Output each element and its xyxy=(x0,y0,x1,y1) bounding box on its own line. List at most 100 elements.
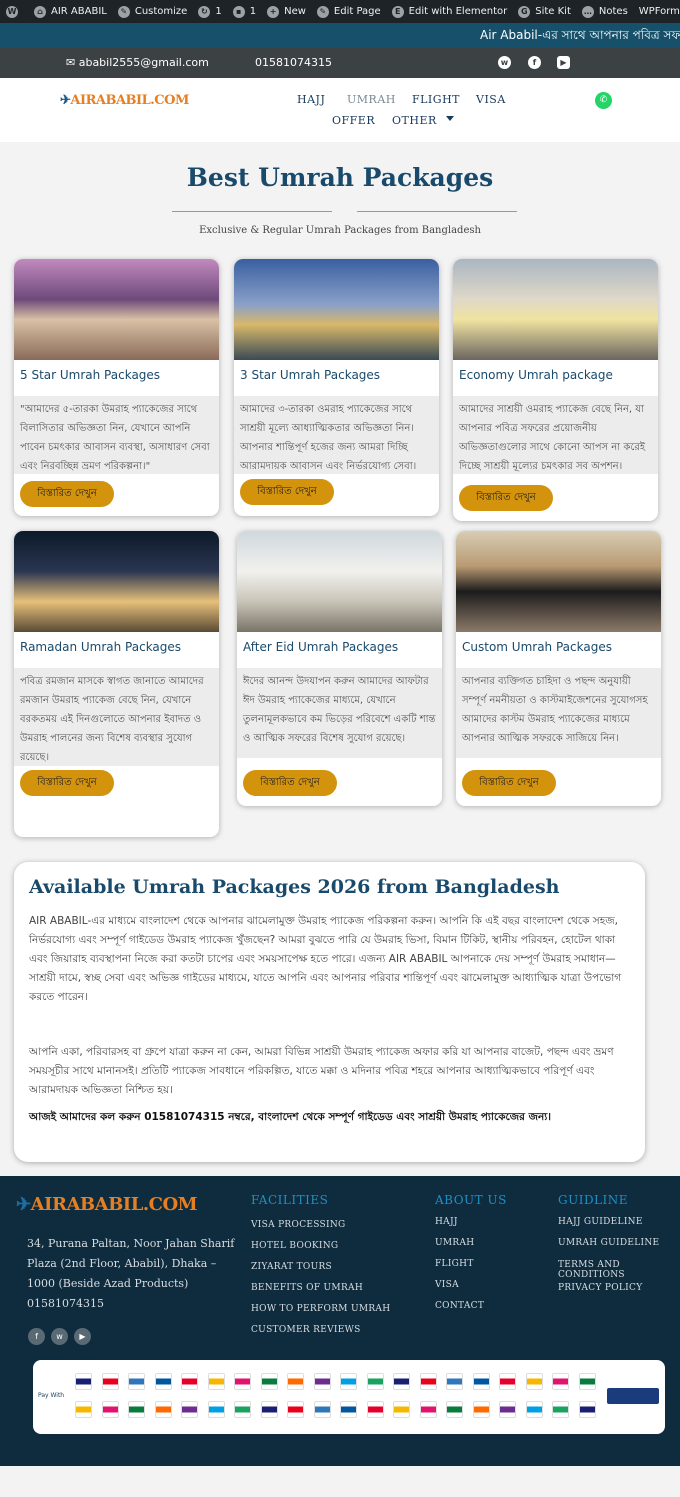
details-button[interactable]: বিস্তারিত দেখুন xyxy=(20,770,114,796)
available-packages-title: Available Umrah Packages 2026 from Bangl… xyxy=(29,876,560,898)
new-content-link[interactable]: + New xyxy=(267,5,306,18)
nav-offer[interactable]: OFFER xyxy=(332,114,375,127)
footer-link-benefits[interactable]: BENEFITS OF UMRAH xyxy=(251,1283,363,1293)
whatsapp-icon[interactable]: w xyxy=(498,56,511,69)
package-card-5star: 5 Star Umrah Packages "আমাদের ৫-তারকা উম… xyxy=(14,259,219,516)
contact-bar: ✉ ababil2555@gmail.com 01581074315 w f ▶ xyxy=(0,48,680,78)
comment-icon: ▪ xyxy=(232,5,245,18)
payment-logo-icon xyxy=(366,1401,384,1418)
whatsapp-icon[interactable]: ✆ xyxy=(595,92,612,109)
footer-link-contact[interactable]: CONTACT xyxy=(435,1301,484,1311)
phone-link[interactable]: 01581074315 xyxy=(255,56,332,69)
umbrella-courtyard-image xyxy=(237,531,442,632)
card-title[interactable]: After Eid Umrah Packages xyxy=(243,640,398,654)
facebook-icon[interactable]: f xyxy=(528,56,541,69)
card-title[interactable]: Ramadan Umrah Packages xyxy=(20,640,181,654)
facebook-icon[interactable]: f xyxy=(28,1328,45,1345)
email-link[interactable]: ✉ ababil2555@gmail.com xyxy=(66,56,209,69)
payment-logo-icon xyxy=(260,1373,278,1390)
nav-other[interactable]: OTHER xyxy=(392,114,437,127)
card-title[interactable]: Custom Umrah Packages xyxy=(462,640,612,654)
nav-visa[interactable]: VISA xyxy=(476,93,506,106)
location-pin-icon: ✈ xyxy=(16,1194,31,1215)
details-button[interactable]: বিস্তারিত দেখুন xyxy=(243,770,337,796)
divider-left xyxy=(172,211,332,212)
footer-link-terms[interactable]: TERMS AND CONDITIONS xyxy=(558,1260,628,1280)
card-description: আপনার ব্যক্তিগত চাহিদা ও পছন্দ অনুযায়ী … xyxy=(456,668,661,758)
ticker-text: Air Ababil-এর সাথে আপনার পবিত্র সফর xyxy=(480,28,680,42)
site-header: ✈AIRABABIL.COM HAJJ UMRAH FLIGHT VISA OF… xyxy=(0,78,680,142)
payment-logo-icon xyxy=(472,1401,490,1418)
comments-link[interactable]: ▪ 1 xyxy=(232,5,256,18)
footer-link-hajj-guideline[interactable]: HAJJ GUIDELINE xyxy=(558,1217,643,1227)
kaaba-tawaf-image xyxy=(456,531,661,632)
payment-logo-icon xyxy=(313,1401,331,1418)
payment-logo-icon xyxy=(499,1401,516,1418)
wordpress-menu[interactable]: W xyxy=(6,5,23,18)
package-card-ramadan: Ramadan Umrah Packages পবিত্র রমজান মাসক… xyxy=(14,531,219,837)
footer-link-hajj[interactable]: HAJJ xyxy=(435,1217,458,1227)
chevron-down-icon[interactable] xyxy=(446,116,454,121)
package-card-custom: Custom Umrah Packages আপনার ব্যক্তিগত চা… xyxy=(456,531,661,806)
payment-logo-icon xyxy=(234,1373,251,1390)
card-title[interactable]: 3 Star Umrah Packages xyxy=(240,368,380,382)
site-kit-link[interactable]: G Site Kit xyxy=(518,5,571,18)
footer-link-umrah-guideline[interactable]: UMRAH GUIDELINE xyxy=(558,1238,659,1248)
payment-logo-icon xyxy=(419,1373,437,1390)
footer-link-how-to-perform[interactable]: HOW TO PERFORM UMRAH xyxy=(251,1304,390,1314)
footer-link-hotel-booking[interactable]: HOTEL BOOKING xyxy=(251,1241,338,1251)
whatsapp-icon[interactable]: w xyxy=(51,1328,68,1345)
payment-logo-icon xyxy=(578,1401,596,1418)
site-name-link[interactable]: ⌂ AIR ABABIL xyxy=(34,5,107,18)
chat-icon: … xyxy=(581,5,594,18)
footer-link-privacy[interactable]: PRIVACY POLICY xyxy=(558,1283,642,1293)
payment-logo-icon xyxy=(101,1401,119,1418)
updates-link[interactable]: ↻ 1 xyxy=(198,5,222,18)
details-button[interactable]: বিস্তারিত দেখুন xyxy=(240,479,334,505)
card-title[interactable]: 5 Star Umrah Packages xyxy=(20,368,160,382)
footer-link-visa-processing[interactable]: VISA PROCESSING xyxy=(251,1220,346,1230)
package-card-economy: Economy Umrah package আমাদের সাশ্রয়ী ওম… xyxy=(453,259,658,521)
customize-link[interactable]: ✎ Customize xyxy=(117,5,187,18)
payment-logo-icon xyxy=(128,1373,145,1390)
nav-hajj[interactable]: HAJJ xyxy=(297,93,325,106)
about-heading: ABOUT US xyxy=(435,1193,507,1207)
edit-page-link[interactable]: ✎ Edit Page xyxy=(316,5,381,18)
kaaba-night-image xyxy=(14,259,219,360)
card-description: "আমাদের ৫-তারকা উমরাহ প্যাকেজের সাথে বিল… xyxy=(14,396,219,474)
footer-link-flight[interactable]: FLIGHT xyxy=(435,1259,474,1269)
footer-link-umrah[interactable]: UMRAH xyxy=(435,1238,474,1248)
nav-umrah[interactable]: UMRAH xyxy=(347,93,396,106)
footer-phone[interactable]: 01581074315 xyxy=(27,1297,104,1310)
youtube-icon[interactable]: ▶ xyxy=(74,1328,91,1345)
kaaba-crowd-image xyxy=(453,259,658,360)
payment-logo-icon xyxy=(366,1373,384,1390)
card-description: পবিত্র রমজান মাসকে স্বাগত জানাতে আমাদের … xyxy=(14,668,219,766)
youtube-icon[interactable]: ▶ xyxy=(557,56,570,69)
details-button[interactable]: বিস্তারিত দেখুন xyxy=(462,770,556,796)
about-paragraph-2: আপনি একা, পরিবারসহ বা গ্রুপে যাত্রা করুন… xyxy=(29,1046,614,1096)
madinah-mosque-image xyxy=(234,259,439,360)
footer-link-reviews[interactable]: CUSTOMER REVIEWS xyxy=(251,1325,361,1335)
payment-logo-icon xyxy=(578,1373,596,1390)
card-title[interactable]: Economy Umrah package xyxy=(459,368,613,382)
details-button[interactable]: বিস্তারিত দেখুন xyxy=(459,485,553,511)
notes-link[interactable]: … Notes xyxy=(581,5,628,18)
wpforms-link[interactable]: WPForms xyxy=(639,6,680,17)
footer-logo[interactable]: ✈AIRABABIL.COM xyxy=(16,1194,198,1215)
footer-link-ziyarat-tours[interactable]: ZIYARAT TOURS xyxy=(251,1262,332,1272)
sslcommerz-badge xyxy=(607,1388,659,1404)
payment-logo-icon xyxy=(525,1401,543,1418)
package-card-after-eid: After Eid Umrah Packages ঈদের আনন্দ উদযা… xyxy=(237,531,442,806)
page-bottom-spacer xyxy=(0,1466,680,1497)
payment-logo-icon xyxy=(287,1373,304,1390)
site-logo[interactable]: ✈AIRABABIL.COM xyxy=(60,93,189,108)
edit-elementor-link[interactable]: E Edit with Elementor xyxy=(391,5,507,18)
payment-logo-icon xyxy=(75,1401,92,1418)
payment-logo-icon xyxy=(340,1401,357,1418)
home-icon: ⌂ xyxy=(34,5,46,18)
footer-address: 34, Purana Paltan, Noor Jahan Sharif Pla… xyxy=(27,1237,235,1310)
footer-link-visa[interactable]: VISA xyxy=(435,1280,459,1290)
details-button[interactable]: বিস্তারিত দেখুন xyxy=(20,481,114,507)
nav-flight[interactable]: FLIGHT xyxy=(412,93,460,106)
